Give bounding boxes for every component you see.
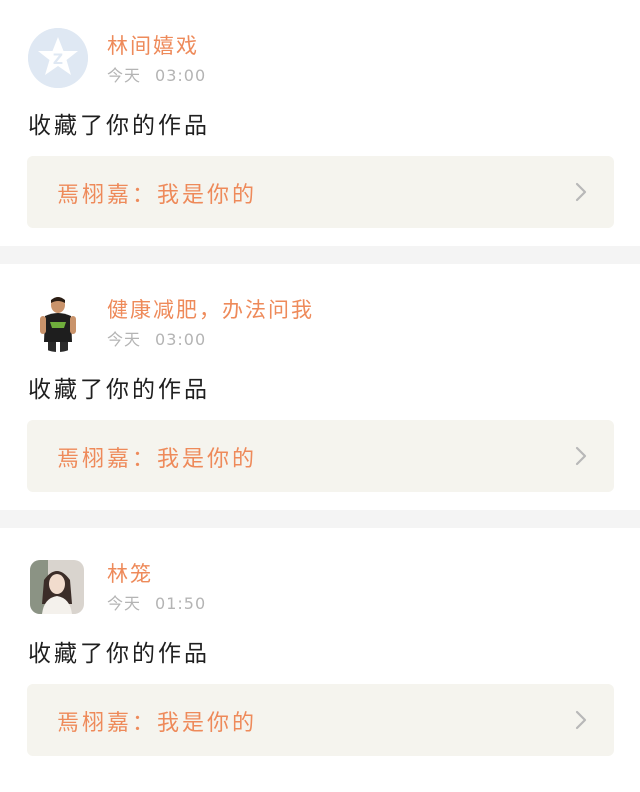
user-avatar[interactable] [28,292,88,352]
time-value: 01:50 [155,594,207,613]
woman-portrait-avatar [30,560,84,614]
time-label: 今天 [107,594,142,613]
username[interactable]: 健康减肥，办法问我 [107,294,314,324]
username[interactable]: 林间嬉戏 [107,30,199,60]
timestamp: 今天 03:00 [107,326,206,350]
divider [0,510,640,528]
notification-card: Z 林间嬉戏 今天 03:00 收藏了你的作品 焉栩嘉：我是你的 [0,0,640,246]
chevron-right-icon [575,182,587,202]
divider [0,246,640,264]
user-avatar[interactable] [30,560,84,614]
chevron-right-icon [575,446,587,466]
work-link[interactable]: 焉栩嘉：我是你的 [27,156,614,228]
qq-logo-icon: Z [28,28,88,88]
username[interactable]: 林笼 [107,558,153,588]
notification-feed: Z 林间嬉戏 今天 03:00 收藏了你的作品 焉栩嘉：我是你的 健康减肥，办法… [0,0,640,792]
fitness-man-avatar [28,292,88,352]
action-text: 收藏了你的作品 [28,113,210,139]
work-title: 焉栩嘉：我是你的 [57,183,258,208]
timestamp: 今天 01:50 [107,590,206,614]
work-link[interactable]: 焉栩嘉：我是你的 [27,684,614,756]
user-avatar[interactable]: Z [28,28,88,88]
timestamp: 今天 03:00 [107,62,206,86]
notification-card: 健康减肥，办法问我 今天 03:00 收藏了你的作品 焉栩嘉：我是你的 [0,264,640,510]
work-title: 焉栩嘉：我是你的 [57,447,258,472]
work-link[interactable]: 焉栩嘉：我是你的 [27,420,614,492]
action-text: 收藏了你的作品 [28,377,210,403]
work-title: 焉栩嘉：我是你的 [57,711,258,736]
chevron-right-icon [575,710,587,730]
time-label: 今天 [107,66,142,85]
svg-text:Z: Z [53,52,63,68]
time-value: 03:00 [155,330,207,349]
notification-card: 林笼 今天 01:50 收藏了你的作品 焉栩嘉：我是你的 [0,528,640,792]
time-label: 今天 [107,330,142,349]
action-text: 收藏了你的作品 [28,641,210,667]
time-value: 03:00 [155,66,207,85]
